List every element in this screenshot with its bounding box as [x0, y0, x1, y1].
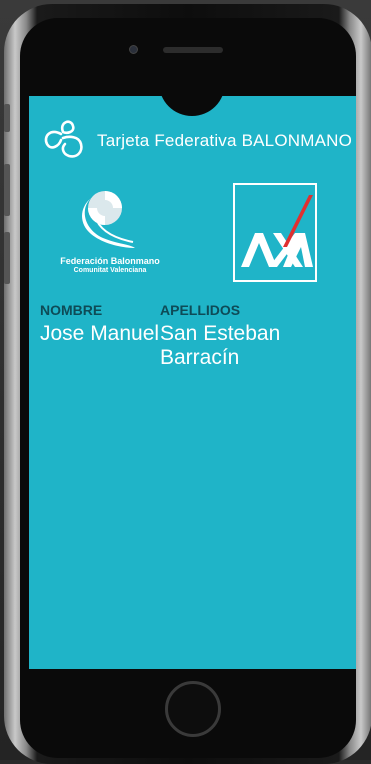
- federation-region: Comunitat Valenciana: [73, 267, 147, 274]
- last-name-value: San Esteban Barracín: [160, 322, 281, 369]
- last-name-label: APELLIDOS: [160, 302, 241, 318]
- first-name-label: NOMBRE: [40, 302, 103, 318]
- federation-name: Federación Balonmano: [60, 256, 160, 266]
- handball-swirl-icon: [44, 120, 83, 158]
- app-header: Tarjeta Federativa BALONMANO: [39, 114, 352, 164]
- home-button[interactable]: [165, 681, 221, 737]
- handball-ball-icon: [82, 191, 135, 248]
- axa-logo: [233, 183, 317, 282]
- first-name-value: Jose Manuel: [40, 322, 160, 345]
- volume-down-button: [4, 232, 10, 284]
- earpiece-speaker: [163, 47, 223, 53]
- notch: [159, 96, 225, 116]
- axa-logo-icon: [241, 195, 313, 267]
- mute-switch: [4, 104, 10, 132]
- volume-up-button: [4, 164, 10, 216]
- federation-logo: Federación Balonmano Comunitat Valencian…: [57, 186, 163, 278]
- app-title: Tarjeta Federativa BALONMANO: [97, 131, 353, 150]
- app-screen: Tarjeta Federativa BALONMANO Federación …: [29, 96, 356, 669]
- front-camera: [129, 45, 138, 54]
